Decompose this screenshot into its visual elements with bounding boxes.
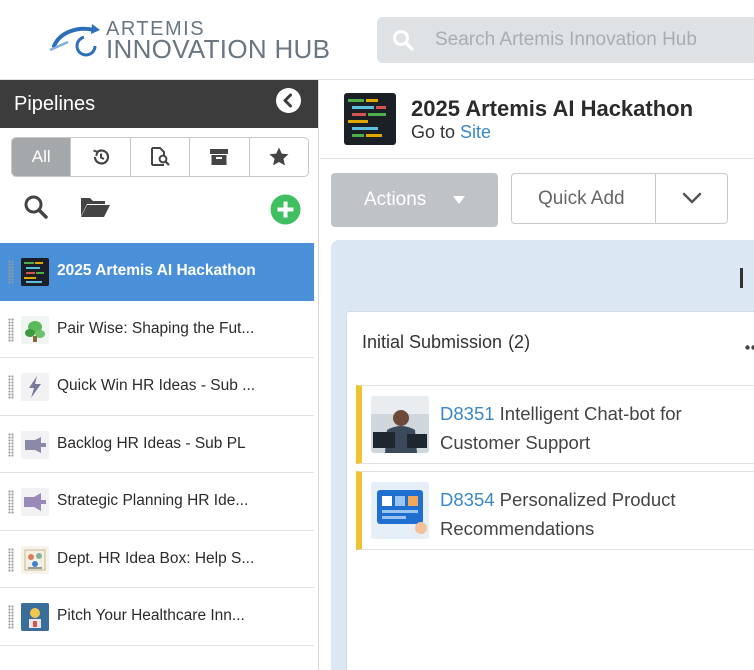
global-search[interactable] bbox=[377, 17, 754, 63]
tab-recent[interactable] bbox=[71, 138, 131, 176]
sidebar-title: Pipelines bbox=[14, 93, 96, 115]
pipeline-header: 2025 Artemis AI Hackathon Go to Site bbox=[320, 80, 754, 159]
pipeline-thumbnail bbox=[21, 258, 49, 286]
chevron-left-icon bbox=[283, 93, 292, 108]
idea-card[interactable]: D8354 Personalized Product Recommendatio… bbox=[356, 471, 754, 550]
tab-review[interactable] bbox=[130, 138, 191, 176]
drag-handle-icon[interactable] bbox=[8, 375, 14, 399]
pipeline-label: Quick Win HR Ideas - Sub ... bbox=[57, 377, 256, 394]
pipeline-thumbnail bbox=[21, 545, 49, 574]
pipeline-item[interactable]: Backlog HR Ideas - Sub PL bbox=[0, 416, 314, 473]
tab-favorites[interactable] bbox=[249, 138, 308, 176]
sidebar-tools bbox=[0, 192, 318, 232]
idea-text: D8354 Personalized Product Recommendatio… bbox=[440, 485, 754, 543]
pipeline-main: 2025 Artemis AI Hackathon Go to Site Act… bbox=[320, 80, 754, 670]
pipeline-thumbnail bbox=[21, 315, 49, 344]
sidebar-header: Pipelines bbox=[0, 80, 318, 128]
funnel-icon bbox=[25, 436, 46, 453]
idea-text: D8351 Intelligent Chat-bot for Customer … bbox=[440, 399, 754, 457]
site-link[interactable]: Site bbox=[460, 122, 491, 142]
idea-thumbnail bbox=[371, 482, 429, 539]
drag-handle-icon[interactable] bbox=[8, 605, 14, 629]
drag-handle-icon[interactable] bbox=[8, 432, 14, 457]
lightning-icon bbox=[29, 376, 41, 398]
history-icon bbox=[92, 149, 109, 165]
pipelines-sidebar: Pipelines All 2025 Artemis AI Hackathon … bbox=[0, 80, 319, 670]
idea-card[interactable]: D8351 Intelligent Chat-bot for Customer … bbox=[356, 385, 754, 464]
pipeline-item[interactable]: 2025 Artemis AI Hackathon bbox=[0, 243, 314, 301]
search-pipelines-icon[interactable] bbox=[23, 194, 49, 220]
pipeline-board: Initial Submission (2) D8351 Intelligent… bbox=[331, 240, 754, 670]
pipeline-thumbnail bbox=[21, 603, 49, 631]
funnel-icon bbox=[24, 493, 46, 511]
folder-open-icon[interactable] bbox=[79, 194, 111, 220]
more-options-icon[interactable] bbox=[745, 345, 754, 350]
caret-down-icon bbox=[453, 196, 465, 204]
code-screen-icon bbox=[21, 258, 49, 286]
idea-id-link[interactable]: D8354 bbox=[440, 489, 495, 510]
healthcare-pitch-icon bbox=[21, 603, 49, 631]
stage-column: Initial Submission (2) D8351 Intelligent… bbox=[346, 311, 754, 670]
pipeline-label: 2025 Artemis AI Hackathon bbox=[57, 262, 256, 279]
pipeline-list: 2025 Artemis AI Hackathon Pair Wise: Sha… bbox=[0, 243, 314, 646]
pipeline-item[interactable]: Strategic Planning HR Ide... bbox=[0, 473, 314, 531]
pipeline-label: Strategic Planning HR Ide... bbox=[57, 492, 249, 509]
pipeline-thumbnail bbox=[21, 488, 49, 516]
tab-archive[interactable] bbox=[190, 138, 250, 176]
logo-arrow-icon bbox=[49, 24, 100, 57]
add-pipeline-icon[interactable] bbox=[270, 194, 301, 225]
tab-all[interactable]: All bbox=[12, 138, 72, 176]
drag-handle-icon[interactable] bbox=[8, 260, 14, 284]
pipeline-header-thumbnail bbox=[344, 93, 396, 145]
artemis-logo[interactable]: ARTEMIS INNOVATION HUB bbox=[48, 18, 338, 64]
quick-add-control: Quick Add bbox=[511, 173, 728, 224]
actions-label: Actions bbox=[364, 189, 427, 210]
idea-id-link[interactable]: D8351 bbox=[440, 403, 495, 424]
pipeline-thumbnail bbox=[21, 430, 49, 459]
pipeline-label: Backlog HR Ideas - Sub PL bbox=[57, 434, 246, 452]
code-screen-icon bbox=[344, 93, 396, 145]
top-header: ARTEMIS INNOVATION HUB bbox=[0, 0, 754, 80]
pipeline-item[interactable]: Pitch Your Healthcare Inn... bbox=[0, 588, 314, 646]
goto-prefix: Go to bbox=[411, 122, 456, 142]
pipeline-item[interactable]: Quick Win HR Ideas - Sub ... bbox=[0, 358, 314, 416]
tab-all-label: All bbox=[31, 147, 51, 166]
drag-handle-icon[interactable] bbox=[8, 317, 14, 342]
idea-box-icon bbox=[24, 549, 46, 570]
pipeline-label: Dept. HR Idea Box: Help S... bbox=[57, 549, 255, 567]
document-search-icon bbox=[151, 147, 170, 166]
pipeline-filter-tabs: All bbox=[11, 137, 309, 177]
board-scroll-edge bbox=[740, 268, 743, 288]
product-screen-icon bbox=[371, 482, 429, 539]
office-photo-icon bbox=[371, 396, 429, 453]
chevron-down-icon[interactable] bbox=[681, 190, 703, 206]
pipeline-label: Pair Wise: Shaping the Fut... bbox=[57, 319, 255, 337]
pipeline-thumbnail bbox=[21, 373, 49, 401]
pipeline-item[interactable]: Dept. HR Idea Box: Help S... bbox=[0, 531, 314, 588]
idea-thumbnail bbox=[371, 396, 429, 453]
stage-header: Initial Submission (2) bbox=[362, 332, 530, 353]
archive-icon bbox=[210, 149, 229, 165]
search-input[interactable] bbox=[435, 27, 754, 53]
goto-site-text: Go to Site bbox=[411, 122, 491, 143]
actions-dropdown-button[interactable]: Actions bbox=[331, 173, 498, 227]
star-icon bbox=[269, 147, 289, 166]
drag-handle-icon[interactable] bbox=[8, 547, 14, 572]
stage-count: (2) bbox=[508, 332, 531, 352]
plant-icon bbox=[25, 320, 45, 342]
page-title: 2025 Artemis AI Hackathon bbox=[411, 96, 694, 121]
search-icon bbox=[393, 30, 414, 51]
logo-line-2: INNOVATION HUB bbox=[106, 34, 331, 64]
collapse-sidebar-button[interactable] bbox=[276, 88, 301, 113]
quick-add-button[interactable]: Quick Add bbox=[538, 188, 625, 210]
stage-name: Initial Submission bbox=[362, 332, 503, 352]
drag-handle-icon[interactable] bbox=[8, 490, 14, 514]
divider bbox=[655, 174, 656, 223]
pipeline-label: Pitch Your Healthcare Inn... bbox=[57, 607, 245, 624]
pipeline-item[interactable]: Pair Wise: Shaping the Fut... bbox=[0, 301, 314, 358]
